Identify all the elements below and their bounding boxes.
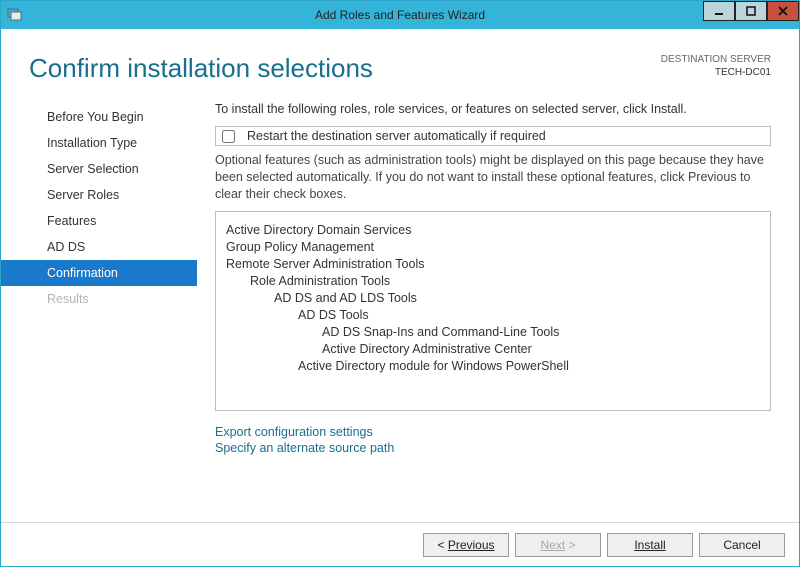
next-button[interactable]: Next > <box>515 533 601 557</box>
nav-step-ad-ds[interactable]: AD DS <box>1 234 197 260</box>
export-config-link[interactable]: Export configuration settings <box>215 425 771 439</box>
nav-step-confirmation[interactable]: Confirmation <box>1 260 197 286</box>
feature-item: Role Administration Tools <box>250 274 760 288</box>
wizard-nav: Before You BeginInstallation TypeServer … <box>1 102 197 522</box>
page-title: Confirm installation selections <box>29 53 373 84</box>
nav-step-server-roles[interactable]: Server Roles <box>1 182 197 208</box>
window-title: Add Roles and Features Wizard <box>1 8 799 22</box>
feature-item: AD DS Snap-Ins and Command-Line Tools <box>322 325 760 339</box>
bottom-links: Export configuration settings Specify an… <box>215 425 771 457</box>
features-list: Active Directory Domain Services Group Po… <box>215 211 771 411</box>
install-button[interactable]: Install <box>607 533 693 557</box>
destination-server-label: DESTINATION SERVER <box>661 53 771 66</box>
footer-buttons: < Previous Next > Install Cancel <box>1 522 799 567</box>
feature-item: Active Directory Administrative Center <box>322 342 760 356</box>
nav-step-results: Results <box>1 286 197 312</box>
main-panel: To install the following roles, role ser… <box>197 102 799 522</box>
wizard-window: Add Roles and Features Wizard Confirm in… <box>0 0 800 567</box>
restart-checkbox-row[interactable]: Restart the destination server automatic… <box>215 126 771 146</box>
feature-item: Active Directory module for Windows Powe… <box>298 359 760 373</box>
optional-features-description: Optional features (such as administratio… <box>215 152 771 203</box>
nav-step-server-selection[interactable]: Server Selection <box>1 156 197 182</box>
feature-item: AD DS Tools <box>298 308 760 322</box>
feature-item: AD DS and AD LDS Tools <box>274 291 760 305</box>
feature-item: Group Policy Management <box>226 240 760 254</box>
destination-server-block: DESTINATION SERVER TECH-DC01 <box>661 53 771 79</box>
previous-button[interactable]: < Previous <box>423 533 509 557</box>
titlebar: Add Roles and Features Wizard <box>1 1 799 29</box>
cancel-button[interactable]: Cancel <box>699 533 785 557</box>
page-header: Confirm installation selections DESTINAT… <box>1 29 799 84</box>
alternate-source-link[interactable]: Specify an alternate source path <box>215 441 771 455</box>
destination-server-value: TECH-DC01 <box>661 66 771 79</box>
restart-checkbox-label: Restart the destination server automatic… <box>247 129 546 143</box>
feature-item: Remote Server Administration Tools <box>226 257 760 271</box>
intro-text: To install the following roles, role ser… <box>215 102 771 116</box>
nav-step-features[interactable]: Features <box>1 208 197 234</box>
feature-item: Active Directory Domain Services <box>226 223 760 237</box>
nav-step-before-you-begin[interactable]: Before You Begin <box>1 104 197 130</box>
nav-step-installation-type[interactable]: Installation Type <box>1 130 197 156</box>
restart-checkbox[interactable] <box>222 130 235 143</box>
